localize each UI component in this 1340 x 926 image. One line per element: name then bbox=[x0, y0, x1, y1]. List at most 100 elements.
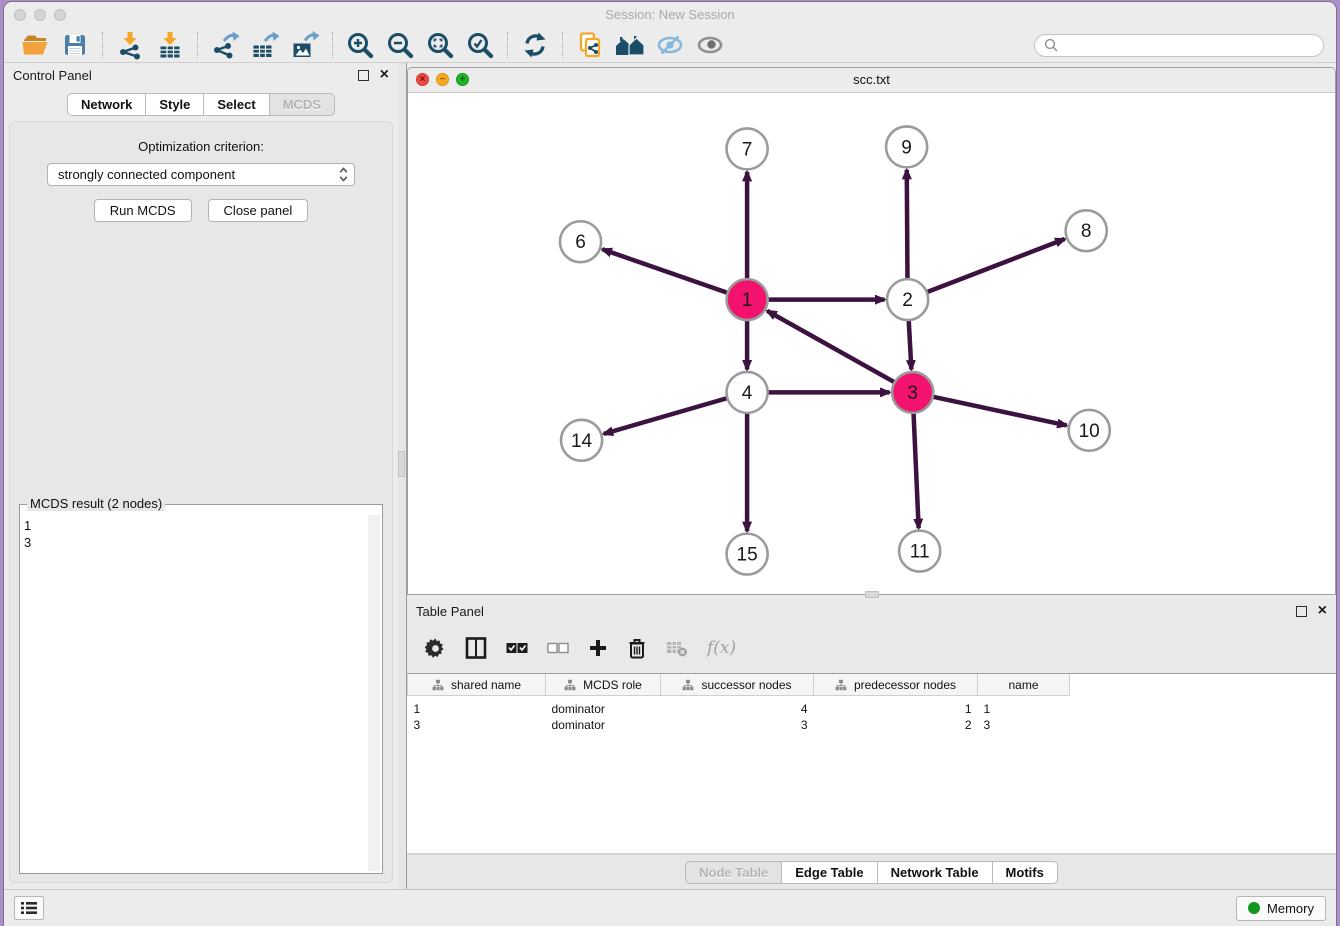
close-window-button[interactable] bbox=[14, 9, 26, 21]
houses-icon bbox=[613, 30, 647, 60]
close-panel-icon[interactable]: × bbox=[380, 68, 389, 82]
zoom-in-button[interactable] bbox=[341, 30, 379, 60]
graph-edge-4-14[interactable] bbox=[604, 397, 731, 434]
graph-edge-2-3[interactable] bbox=[909, 317, 912, 369]
cell-name[interactable]: 1 bbox=[978, 701, 1070, 717]
graph-node-9[interactable]: 9 bbox=[886, 126, 927, 167]
save-session-button[interactable] bbox=[56, 30, 94, 60]
horizontal-divider[interactable] bbox=[407, 595, 1336, 599]
float-panel-icon[interactable] bbox=[1296, 606, 1307, 617]
control-panel-tabs: NetworkStyleSelectMCDS bbox=[4, 93, 398, 116]
divider-handle-icon[interactable] bbox=[865, 591, 879, 598]
add-row-button[interactable] bbox=[588, 638, 608, 658]
graph-node-8[interactable]: 8 bbox=[1066, 210, 1107, 251]
export-network-button[interactable] bbox=[206, 30, 244, 60]
cell-mcds-role[interactable]: dominator bbox=[546, 717, 661, 733]
tab-style[interactable]: Style bbox=[146, 93, 204, 116]
deselect-all-rows-button[interactable] bbox=[547, 641, 569, 655]
graph-node-6[interactable]: 6 bbox=[560, 221, 601, 262]
hierarchy-icon bbox=[682, 679, 694, 691]
network-window-titlebar: × − + scc.txt bbox=[408, 68, 1335, 93]
cell-predecessor-nodes[interactable]: 1 bbox=[814, 701, 978, 717]
graph-node-10[interactable]: 10 bbox=[1069, 410, 1110, 451]
graph-edge-2-8[interactable] bbox=[924, 239, 1065, 293]
tab-edge-table[interactable]: Edge Table bbox=[782, 861, 877, 884]
divider-handle-icon[interactable] bbox=[398, 451, 405, 477]
export-image-button[interactable] bbox=[286, 30, 324, 60]
graph-node-2[interactable]: 2 bbox=[887, 279, 928, 320]
select-all-rows-button[interactable] bbox=[506, 641, 528, 655]
maximize-network-button[interactable]: + bbox=[456, 73, 469, 86]
network-graph[interactable]: 7 9 6 8 1 2 4 3 14 10 15 11 bbox=[408, 93, 1335, 594]
memory-button[interactable]: Memory bbox=[1236, 896, 1326, 921]
show-all-networks-button[interactable] bbox=[611, 30, 649, 60]
float-panel-icon[interactable] bbox=[358, 70, 369, 81]
panel-divider[interactable] bbox=[398, 63, 407, 889]
table-options-button[interactable] bbox=[425, 638, 446, 659]
delete-table-button bbox=[666, 639, 688, 657]
column-header-name[interactable]: name bbox=[978, 674, 1070, 696]
tab-select[interactable]: Select bbox=[204, 93, 269, 116]
graph-node-15[interactable]: 15 bbox=[727, 534, 768, 575]
column-header-mcds-role[interactable]: MCDS role bbox=[546, 674, 661, 696]
deselect-all-icon bbox=[547, 641, 569, 655]
refresh-layout-button[interactable] bbox=[516, 30, 554, 60]
zoom-out-button[interactable] bbox=[381, 30, 419, 60]
search-input[interactable] bbox=[1064, 37, 1314, 54]
import-network-button[interactable] bbox=[111, 30, 149, 60]
optimization-criterion-select[interactable]: strongly connected component bbox=[47, 163, 355, 186]
tab-node-table[interactable]: Node Table bbox=[685, 861, 782, 884]
graph-edge-3-1[interactable] bbox=[767, 311, 897, 384]
graph-node-11[interactable]: 11 bbox=[899, 531, 940, 572]
close-panel-button[interactable]: Close panel bbox=[208, 199, 309, 222]
cell-mcds-role[interactable]: dominator bbox=[546, 701, 661, 717]
column-header-successor-nodes[interactable]: successor nodes bbox=[661, 674, 814, 696]
cell-predecessor-nodes[interactable]: 2 bbox=[814, 717, 978, 733]
graph-edge-3-11[interactable] bbox=[913, 410, 918, 528]
zoom-selected-button[interactable] bbox=[461, 30, 499, 60]
node-table-region: shared nameMCDS rolesuccessor nodesprede… bbox=[407, 673, 1336, 854]
export-table-button[interactable] bbox=[246, 30, 284, 60]
task-history-button[interactable] bbox=[14, 896, 44, 920]
minimize-window-button[interactable] bbox=[34, 9, 46, 21]
cell-shared-name[interactable]: 1 bbox=[408, 701, 546, 717]
column-header-shared-name[interactable]: shared name bbox=[408, 674, 546, 696]
column-header-predecessor-nodes[interactable]: predecessor nodes bbox=[814, 674, 978, 696]
open-file-button[interactable] bbox=[16, 30, 54, 60]
cell-successor-nodes[interactable]: 4 bbox=[661, 701, 814, 717]
show-columns-button[interactable] bbox=[465, 637, 487, 659]
close-panel-icon[interactable]: × bbox=[1318, 604, 1327, 618]
table-row[interactable]: 3dominator323 bbox=[408, 717, 1070, 733]
zoom-out-icon bbox=[385, 30, 415, 60]
minimize-network-button[interactable]: − bbox=[436, 73, 449, 86]
clone-network-button[interactable] bbox=[571, 30, 609, 60]
hide-others-button[interactable] bbox=[651, 30, 689, 60]
table-row[interactable]: 1dominator411 bbox=[408, 701, 1070, 717]
tab-network-table[interactable]: Network Table bbox=[878, 861, 993, 884]
tab-motifs[interactable]: Motifs bbox=[993, 861, 1058, 884]
export-image-icon bbox=[290, 30, 320, 60]
graph-edge-2-9[interactable] bbox=[907, 170, 908, 282]
cell-shared-name[interactable]: 3 bbox=[408, 717, 546, 733]
svg-text:2: 2 bbox=[902, 290, 913, 311]
tab-network[interactable]: Network bbox=[67, 93, 146, 116]
graph-node-3[interactable]: 3 bbox=[892, 372, 933, 413]
graph-node-14[interactable]: 14 bbox=[561, 420, 602, 461]
delete-row-button[interactable] bbox=[627, 637, 647, 659]
graph-node-1[interactable]: 1 bbox=[727, 279, 768, 320]
show-hidden-button[interactable] bbox=[691, 30, 729, 60]
graph-node-7[interactable]: 7 bbox=[727, 128, 768, 169]
import-table-button[interactable] bbox=[151, 30, 189, 60]
zoom-fit-button[interactable] bbox=[421, 30, 459, 60]
run-mcds-button[interactable]: Run MCDS bbox=[94, 199, 192, 222]
graph-edge-3-10[interactable] bbox=[930, 396, 1067, 425]
cell-name[interactable]: 3 bbox=[978, 717, 1070, 733]
graph-edge-1-6[interactable] bbox=[602, 249, 730, 294]
network-canvas[interactable]: 7 9 6 8 1 2 4 3 14 10 15 11 bbox=[408, 93, 1335, 594]
cell-successor-nodes[interactable]: 3 bbox=[661, 717, 814, 733]
graph-node-4[interactable]: 4 bbox=[727, 372, 768, 413]
maximize-window-button[interactable] bbox=[54, 9, 66, 21]
result-scrollbar[interactable] bbox=[368, 515, 380, 871]
tab-mcds[interactable]: MCDS bbox=[270, 93, 335, 116]
close-network-button[interactable]: × bbox=[416, 73, 429, 86]
